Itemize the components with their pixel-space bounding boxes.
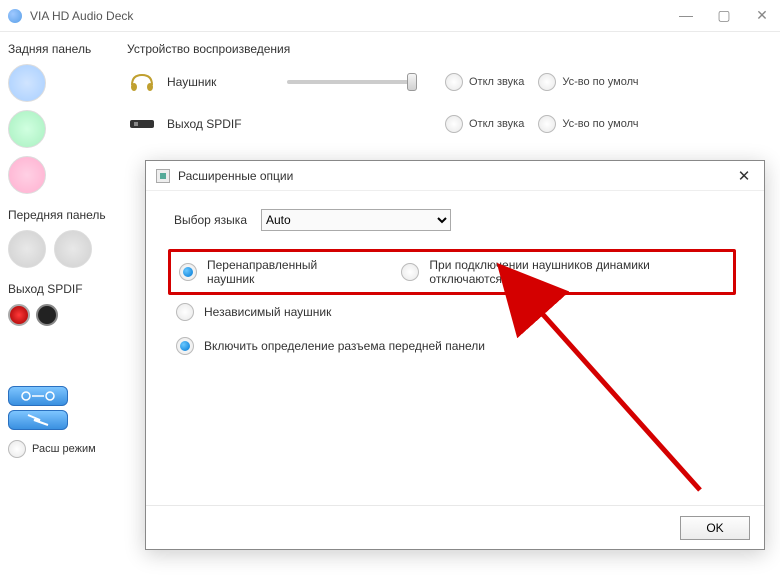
volume-slider-headphones[interactable] (287, 80, 417, 84)
maximize-button[interactable]: ▢ (714, 7, 734, 24)
radio-icon (176, 303, 194, 321)
lang-select[interactable]: Auto (261, 209, 451, 231)
option-independent-headphone[interactable]: Независимый наушник (176, 303, 736, 321)
device-row-spdif: Выход SPDIF Откл звука Ус-во по умолч (127, 108, 768, 140)
lang-label: Выбор языка (174, 213, 247, 227)
extended-mode-label: Расш режим (32, 443, 96, 455)
rear-jack-green[interactable] (8, 110, 46, 148)
spdif-jack-red[interactable] (8, 304, 30, 326)
rear-jack-blue[interactable] (8, 64, 46, 102)
lightning-icon (18, 413, 58, 427)
window-title: VIA HD Audio Deck (30, 9, 133, 23)
spdif-jack-black[interactable] (36, 304, 58, 326)
rear-panel-heading: Задняя панель (8, 42, 107, 56)
front-panel-heading: Передняя панель (8, 208, 107, 222)
option-label: Перенаправленный наушник (207, 258, 367, 286)
advanced-options-dialog: Расширенные опции ✕ Выбор языка Auto Пер… (145, 160, 765, 550)
extended-mode-toggle[interactable]: Расш режим (8, 440, 107, 458)
close-button[interactable]: ✕ (752, 7, 772, 24)
radio-icon (176, 337, 194, 355)
sidebar: Задняя панель Передняя панель Выход SPDI… (0, 32, 115, 583)
headphone-split-icon (18, 389, 58, 403)
titlebar: VIA HD Audio Deck — ▢ ✕ (0, 0, 780, 32)
ok-button[interactable]: OK (680, 516, 750, 540)
dialog-close-button[interactable]: ✕ (734, 167, 754, 185)
mute-option-spdif[interactable]: Откл звука (445, 115, 524, 133)
radio-icon (445, 73, 463, 91)
slider-thumb[interactable] (407, 73, 417, 91)
mute-label: Откл звука (469, 76, 524, 88)
rear-jack-pink[interactable] (8, 156, 46, 194)
window-controls: — ▢ ✕ (676, 7, 772, 24)
spdif-heading: Выход SPDIF (8, 282, 107, 296)
option-front-jack-detect[interactable]: Включить определение разъема передней па… (176, 337, 736, 355)
dialog-title: Расширенные опции (178, 169, 293, 183)
device-label: Наушник (167, 75, 277, 89)
tool-button-2[interactable] (8, 410, 68, 430)
radio-icon (401, 263, 419, 281)
front-jack-2[interactable] (54, 230, 92, 268)
default-option-spdif[interactable]: Ус-во по умолч (538, 115, 638, 133)
spdif-device-icon (127, 113, 157, 135)
dialog-titlebar: Расширенные опции ✕ (146, 161, 764, 191)
radio-icon (538, 115, 556, 133)
dialog-icon (156, 169, 170, 183)
mute-option-headphones[interactable]: Откл звука (445, 73, 524, 91)
radio-icon (445, 115, 463, 133)
devices-heading: Устройство воспроизведения (127, 42, 768, 56)
default-label: Ус-во по умолч (562, 76, 638, 88)
radio-icon (8, 440, 26, 458)
device-row-headphones: Наушник Откл звука Ус-во по умолч (127, 66, 768, 98)
mute-label: Откл звука (469, 118, 524, 130)
radio-icon (538, 73, 556, 91)
app-icon (8, 9, 22, 23)
default-option-headphones[interactable]: Ус-во по умолч (538, 73, 638, 91)
option-redirected-headphone[interactable]: Перенаправленный наушник (179, 258, 367, 286)
option-disable-speakers[interactable]: При подключении наушников динамики отклю… (401, 258, 725, 286)
front-jack-1[interactable] (8, 230, 46, 268)
option-label: Включить определение разъема передней па… (204, 339, 485, 353)
radio-icon (179, 263, 197, 281)
option-label: При подключении наушников динамики отклю… (429, 258, 725, 286)
minimize-button[interactable]: — (676, 7, 696, 24)
headphones-icon (127, 71, 157, 93)
default-label: Ус-во по умолч (562, 118, 638, 130)
option-label: Независимый наушник (204, 305, 331, 319)
tool-button-1[interactable] (8, 386, 68, 406)
highlight-annotation: Перенаправленный наушник При подключении… (168, 249, 736, 295)
device-label: Выход SPDIF (167, 117, 277, 131)
